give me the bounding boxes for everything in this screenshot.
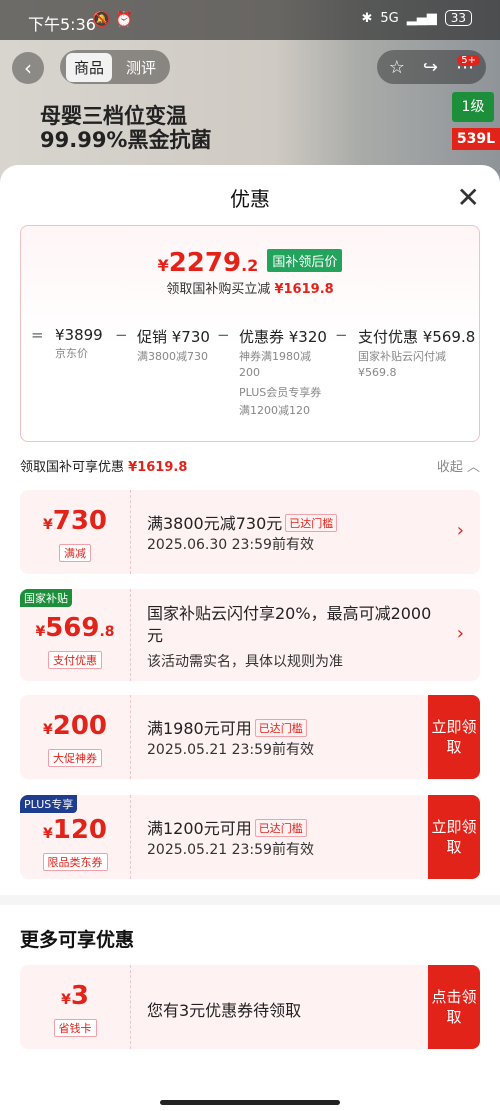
coupon-card-2[interactable]: 国家补贴 ¥569.8 支付优惠 国家补贴云闪付享20%，最高可减2000元 该… — [20, 589, 480, 681]
national-subsidy-tag: 国家补贴 — [20, 589, 72, 607]
final-price-tag: 国补领后价 — [267, 249, 343, 272]
coupon-note: 该活动需实名，具体以规则为准 — [147, 654, 343, 670]
signal-icon: ▂▄▆ — [406, 10, 437, 26]
claim-button[interactable]: 立即领取 — [428, 795, 480, 879]
op-minus-3: − — [335, 326, 348, 344]
claim-button[interactable]: 点击领取 — [428, 965, 480, 1049]
back-button[interactable]: ‹ — [12, 52, 44, 84]
coupon-title: 满3800元减730元 已达门槛 — [147, 510, 338, 534]
bluetooth-icon: ✱ — [361, 10, 373, 26]
status-time: 下午5:36 — [28, 15, 96, 34]
coupon-validity: 2025.05.21 23:59前有效 — [147, 842, 314, 858]
collapse-button[interactable]: 收起 ︿ — [437, 456, 480, 475]
coupon-amount: ¥730 — [42, 506, 108, 536]
claim-button[interactable]: 立即领取 — [428, 695, 480, 779]
coupon-amount: ¥120 — [42, 815, 108, 845]
plus-exclusive-tag: PLUS专享 — [20, 795, 78, 813]
coupon-validity: 2025.05.21 23:59前有效 — [147, 742, 314, 758]
price-summary: ¥2279.2 国补领后价 领取国补购买立减 ¥1619.8 = ¥3899 京… — [20, 225, 480, 442]
coupon-card-3[interactable]: ¥200 大促神券 满1980元可用 已达门槛 2025.05.21 23:59前… — [20, 695, 480, 779]
section-divider — [0, 895, 500, 905]
more-icon[interactable]: ⋯ 5+ — [456, 54, 480, 78]
final-price: ¥2279.2 — [157, 248, 259, 278]
coupon-kind: 限品类东券 — [20, 851, 130, 871]
share-icon[interactable]: ↪ — [423, 57, 438, 78]
star-icon[interactable]: ☆ — [389, 57, 405, 78]
available-amount: ¥1619.8 — [128, 460, 188, 475]
volume-badge: 539L — [452, 128, 500, 150]
coupon-card-1[interactable]: ¥730 满减 满3800元减730元 已达门槛 2025.06.30 23:59… — [20, 490, 480, 574]
discount-sheet: 优惠 ✕ ¥2279.2 国补领后价 领取国补购买立减 ¥1619.8 = ¥3… — [0, 165, 500, 1111]
status-icons: 🔕⏰ — [92, 10, 138, 28]
op-minus-2: − — [217, 326, 230, 344]
coupon-card-4[interactable]: PLUS专享 ¥120 限品类东券 满1200元可用 已达门槛 2025.05.2… — [20, 795, 480, 879]
promo-line-2: 99.99%黑金抗菌 — [40, 128, 212, 152]
status-right: ✱ 5G ▂▄▆ 33 — [361, 10, 472, 26]
coupon-kind: 满减 — [20, 542, 130, 562]
op-equals: = — [31, 326, 44, 344]
more-discounts-title: 更多可享优惠 — [20, 929, 135, 951]
chevron-right-icon[interactable]: › — [457, 623, 464, 644]
op-minus-1: − — [115, 326, 128, 344]
available-label: 领取国补可享优惠 — [20, 460, 125, 475]
coupon-kind: 支付优惠 — [20, 649, 130, 669]
product-tabs: 商品 测评 — [60, 50, 171, 84]
tab-review[interactable]: 测评 — [118, 53, 164, 82]
message-badge: 5+ — [457, 54, 480, 66]
coupon-title: 您有3元优惠券待领取 — [147, 1001, 302, 1020]
chevron-up-icon: ︿ — [466, 460, 480, 475]
coupon-title: 满1200元可用 已达门槛 — [147, 815, 307, 839]
home-indicator[interactable] — [160, 1100, 340, 1105]
sheet-title: 优惠 — [230, 187, 270, 211]
coupon-kind: 大促神券 — [20, 747, 130, 767]
more-coupon-card-1[interactable]: ¥3 省钱卡 您有3元优惠券待领取 点击领取 — [20, 965, 480, 1049]
final-price-row: ¥2279.2 国补领后价 — [21, 248, 479, 278]
breakdown-payment: 支付优惠 ¥569.8 国家补贴云闪付减¥569.8 — [358, 328, 476, 379]
close-icon[interactable]: ✕ — [457, 181, 480, 214]
coupon-validity: 2025.06.30 23:59前有效 — [147, 537, 314, 553]
energy-level-badge: 1级 — [452, 92, 494, 122]
coupon-amount: ¥569.8 — [35, 613, 115, 643]
tab-product[interactable]: 商品 — [66, 52, 113, 82]
coupon-title: 满1980元可用 已达门槛 — [147, 715, 307, 739]
chevron-right-icon[interactable]: › — [457, 520, 464, 541]
coupon-amount: ¥3 — [61, 981, 89, 1011]
available-discount-row: 领取国补可享优惠 ¥1619.8 收起 ︿ — [20, 456, 480, 475]
coupon-amount: ¥200 — [42, 711, 108, 741]
status-bar: 下午5:36 🔕⏰ ✱ 5G ▂▄▆ 33 — [0, 0, 500, 40]
breakdown-coupon: 优惠券 ¥320 神券满1980减200 PLUS会员专享券 满1200减120 — [239, 328, 327, 417]
header-actions: ☆ ↪ ⋯ 5+ — [376, 50, 486, 84]
network-label: 5G — [380, 10, 399, 26]
subsidy-line: 领取国补购买立减 ¥1619.8 — [166, 282, 334, 297]
breakdown-promo: 促销 ¥730 满3800减730 — [137, 328, 210, 363]
coupon-kind: 省钱卡 — [20, 1017, 130, 1037]
battery-icon: 33 — [444, 10, 472, 26]
coupon-title: 国家补贴云闪付享20%，最高可减2000元 — [147, 604, 432, 645]
